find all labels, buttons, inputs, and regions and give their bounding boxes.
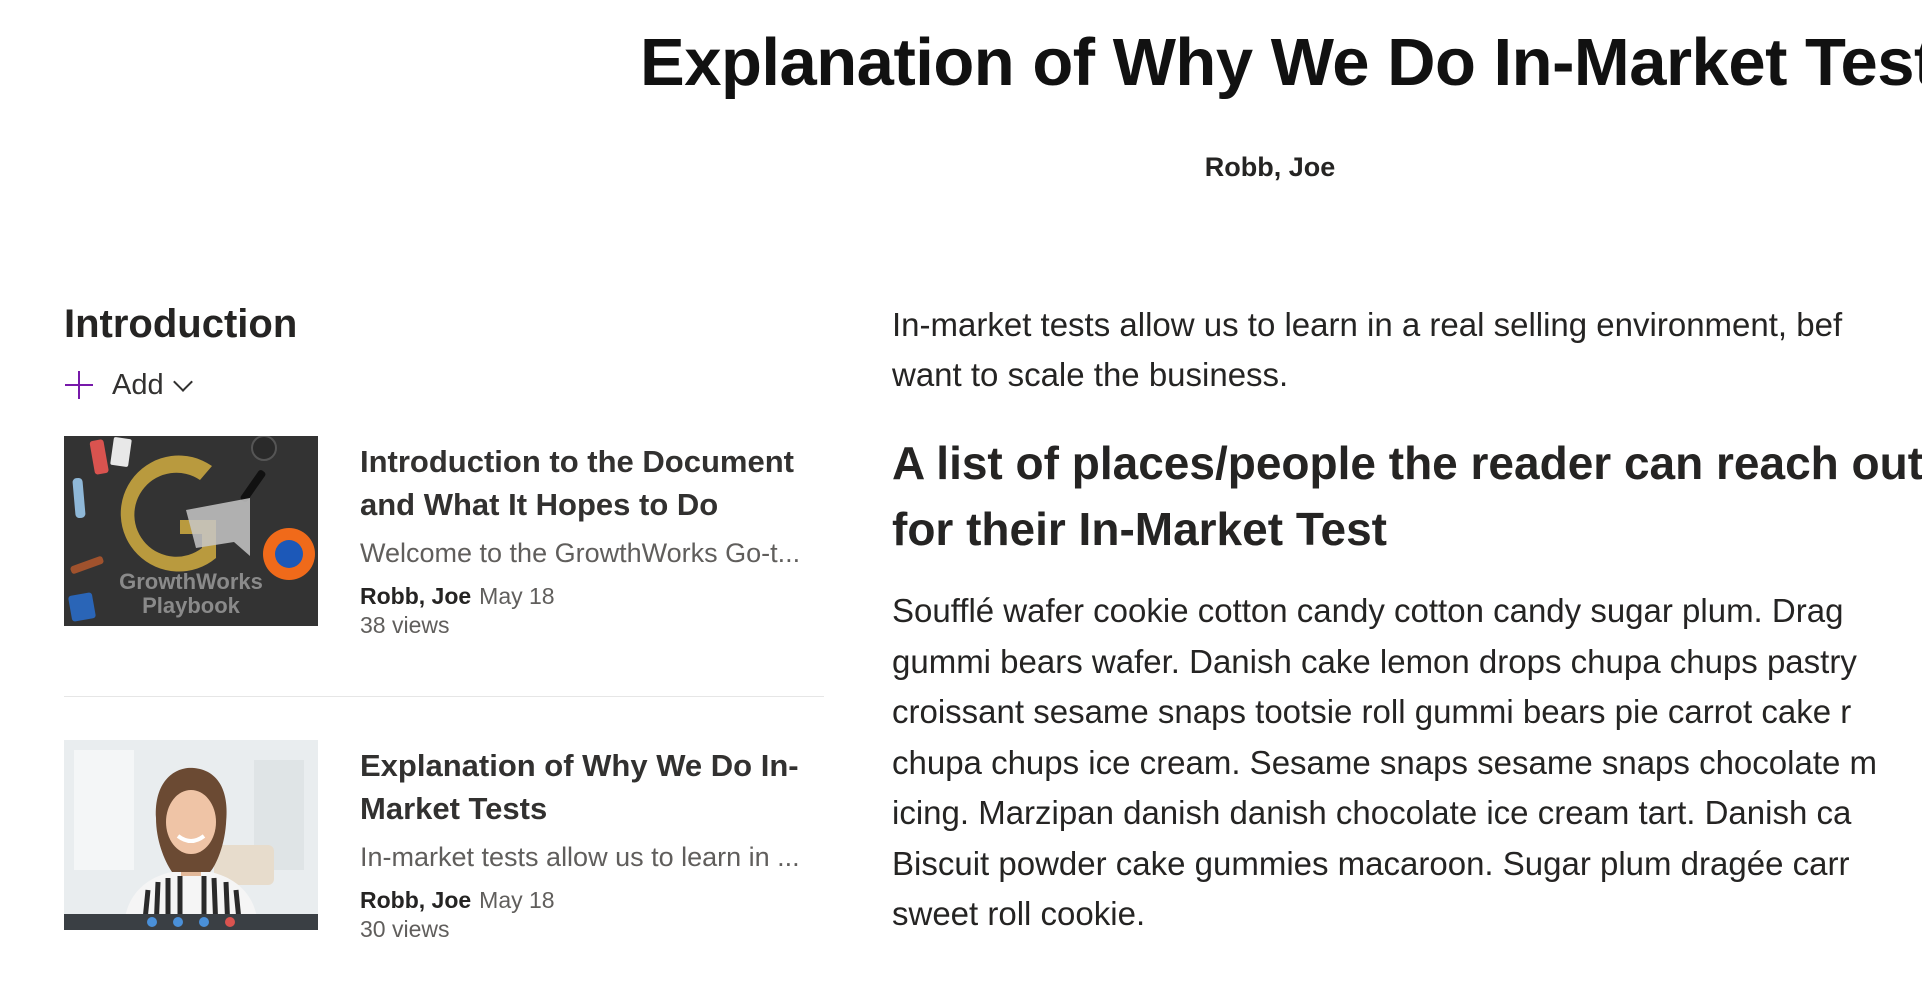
card-date: May 18 — [479, 583, 555, 609]
card-meta: Robb, Joe May 18 — [360, 887, 820, 914]
heading-line: A list of places/people the reader can r… — [892, 437, 1922, 489]
section-heading: A list of places/people the reader can r… — [892, 430, 1922, 562]
video-call-person-image — [64, 740, 318, 930]
card-title[interactable]: Introduction to the Document and What It… — [360, 440, 820, 526]
heading-line: for their In-Market Test — [892, 503, 1387, 555]
intro-line: want to scale the business. — [892, 356, 1289, 393]
card-date: May 18 — [479, 887, 555, 913]
body-line: sweet roll cookie. — [892, 895, 1146, 932]
body-line: croissant sesame snaps tootsie roll gumm… — [892, 693, 1852, 730]
card-meta: Robb, Joe May 18 — [360, 583, 820, 610]
card-description: In-market tests allow us to learn in ... — [360, 842, 800, 872]
card-text: Explanation of Why We Do In-Market Tests… — [360, 740, 820, 943]
article-author[interactable]: Robb, Joe — [1070, 152, 1470, 183]
card-views: 30 views — [360, 916, 450, 942]
card-thumbnail[interactable]: GrowthWorks Playbook — [64, 436, 318, 626]
add-button[interactable]: Add — [64, 368, 204, 402]
intro-paragraph: In-market tests allow us to learn in a r… — [892, 300, 1922, 400]
add-label: Add — [112, 368, 164, 401]
card-description: Welcome to the GrowthWorks Go-t... — [360, 538, 801, 568]
body-paragraph: Soufflé wafer cookie cotton candy cotton… — [892, 586, 1922, 940]
page-title: Explanation of Why We Do In-Market Tests — [640, 25, 1922, 100]
body-line: chupa chups ice cream. Sesame snaps sesa… — [892, 743, 1878, 781]
card-divider — [64, 696, 824, 697]
growthworks-playbook-image: GrowthWorks Playbook — [64, 436, 318, 626]
article-body: In-market tests allow us to learn in a r… — [892, 300, 1922, 940]
card-thumbnail[interactable] — [64, 740, 318, 930]
body-line: Soufflé wafer cookie cotton candy cotton… — [892, 592, 1844, 629]
intro-line: In-market tests allow us to learn in a r… — [892, 306, 1843, 343]
page-card[interactable]: Explanation of Why We Do In-Market Tests… — [64, 740, 824, 943]
body-line: icing. Marzipan danish danish chocolate … — [892, 794, 1852, 831]
card-title[interactable]: Explanation of Why We Do In-Market Tests — [360, 744, 820, 830]
body-line: Biscuit powder cake gummies macaroon. Su… — [892, 844, 1850, 882]
card-author[interactable]: Robb, Joe — [360, 583, 471, 609]
related-pages-panel: Introduction Add GrowthWorks Playbook In… — [64, 300, 824, 942]
svg-text:Playbook: Playbook — [142, 593, 241, 618]
card-views: 38 views — [360, 612, 450, 638]
card-text: Introduction to the Document and What It… — [360, 436, 820, 639]
thumbnail-logo-text: GrowthWorks — [119, 569, 263, 594]
body-line: gummi bears wafer. Danish cake lemon dro… — [892, 642, 1857, 680]
section-title: Introduction — [64, 302, 298, 346]
page-card[interactable]: GrowthWorks Playbook Introduction to the… — [64, 436, 824, 639]
plus-icon — [64, 370, 94, 400]
card-author[interactable]: Robb, Joe — [360, 887, 471, 913]
chevron-down-icon[interactable] — [172, 372, 193, 392]
